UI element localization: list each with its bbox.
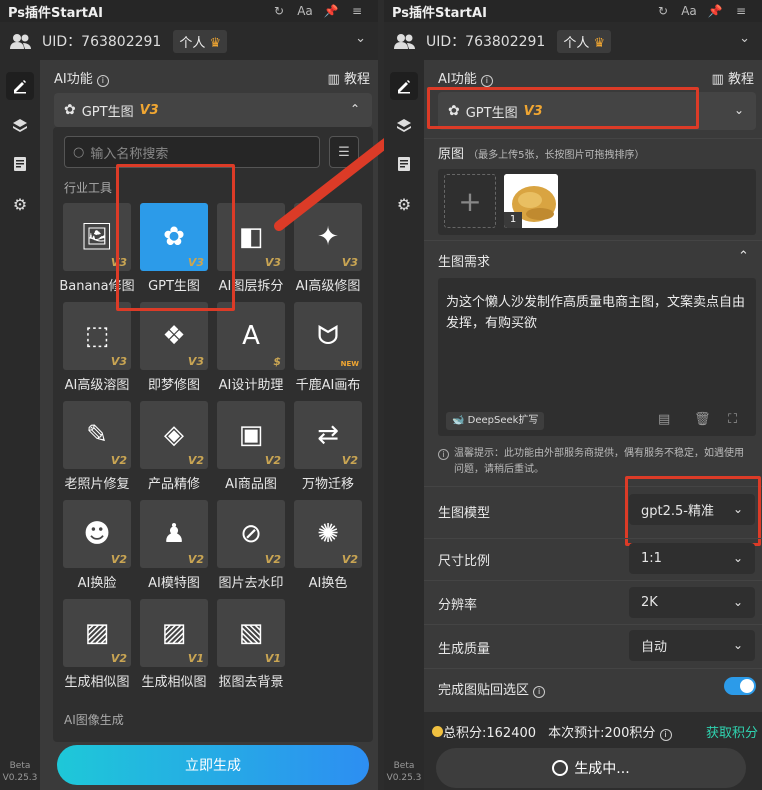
- version-info: Beta V0.25.3: [384, 760, 424, 784]
- user-bar: UID：763802291 个人 ♛ ⌄: [384, 22, 762, 60]
- model-label: 生图模型: [438, 506, 491, 521]
- ratio-value: 1:1: [641, 551, 662, 566]
- divider: [424, 668, 762, 669]
- quality-label: 生成质量: [438, 642, 491, 657]
- users-icon: [394, 34, 415, 49]
- thumbnail-index: 1: [504, 212, 522, 228]
- sidebar-item-edit[interactable]: [390, 72, 418, 100]
- section-title: AI功能: [438, 72, 477, 87]
- book-icon: ▥: [711, 72, 724, 87]
- deepseek-button[interactable]: 🐋 DeepSeek扩写: [446, 412, 545, 430]
- info-icon[interactable]: i: [480, 75, 493, 87]
- sidebar-item-settings[interactable]: ⚙: [390, 190, 418, 218]
- upload-area: + 1: [438, 169, 756, 235]
- paste-back-label: 完成图贴回选区: [438, 683, 530, 698]
- document-icon: [398, 157, 410, 171]
- chevron-down-icon: ⌄: [732, 638, 743, 652]
- account-type-badge[interactable]: 个人 ♛: [557, 29, 612, 53]
- divider: [424, 538, 762, 539]
- original-label: 原图 （最多上传5张，长按图片可拖拽排序）: [438, 143, 645, 162]
- app-title: Ps插件StartAI: [392, 5, 487, 21]
- sidebar: ⚙: [384, 60, 424, 790]
- divider: [424, 580, 762, 581]
- pin-icon[interactable]: 📌: [702, 4, 728, 18]
- layers-icon: [397, 119, 411, 132]
- points-row: 总积分:162400 本次预计:200积分 i: [432, 722, 672, 741]
- crown-icon: ♛: [593, 35, 606, 51]
- sidebar-item-layers[interactable]: [390, 112, 418, 140]
- section-header: AI功能 i: [438, 68, 493, 87]
- image-thumbnail[interactable]: 1: [504, 174, 558, 228]
- template-icon[interactable]: ▤: [658, 412, 670, 427]
- bottom-bar: 总积分:162400 本次预计:200积分 i 获取积分 生成中...: [424, 712, 762, 790]
- generating-button[interactable]: 生成中...: [436, 748, 746, 788]
- generating-label: 生成中...: [574, 761, 630, 777]
- paste-back-toggle[interactable]: [724, 677, 756, 695]
- menu-icon[interactable]: ≡: [728, 4, 754, 18]
- sidebar-item-history[interactable]: [390, 150, 418, 178]
- notice: i 温馨提示：此功能由外部服务商提供，偶有服务不稳定，如遇使用问题，请稍后重试。: [438, 446, 750, 478]
- pen-icon: [398, 80, 410, 94]
- whale-icon: 🐋: [452, 415, 465, 426]
- quality-select[interactable]: 自动 ⌄: [629, 630, 755, 661]
- divider: [424, 138, 762, 139]
- beta-label: Beta: [393, 761, 415, 771]
- notice-text: 温馨提示：此功能由外部服务商提供，偶有服务不稳定，如遇使用问题，请稍后重试。: [454, 448, 744, 475]
- ratio-select[interactable]: 1:1 ⌄: [629, 543, 755, 574]
- get-points-link[interactable]: 获取积分: [706, 722, 758, 741]
- points-total: 总积分:162400: [443, 726, 537, 741]
- right-panel: Ps插件StartAI ↻ Aa 📌 ≡ UID：763802291 个人 ♛ …: [384, 0, 762, 790]
- info-icon[interactable]: i: [533, 686, 546, 698]
- coin-icon: [432, 726, 443, 737]
- toggle-knob: [740, 679, 754, 693]
- chevron-down-icon: ⌄: [732, 595, 743, 609]
- divider: [424, 624, 762, 625]
- prompt-text: 为这个懒人沙发制作高质量电商主图，文案卖点自由发挥，有购买欲: [446, 295, 746, 331]
- refresh-icon[interactable]: ↻: [650, 4, 676, 18]
- resolution-value: 2K: [641, 595, 658, 610]
- resolution-select[interactable]: 2K ⌄: [629, 587, 755, 618]
- chevron-up-icon[interactable]: ⌃: [738, 249, 749, 264]
- resolution-label: 分辨率: [438, 598, 478, 613]
- deepseek-label: DeepSeek扩写: [467, 415, 539, 426]
- info-icon: i: [438, 449, 449, 460]
- spinner-icon: [552, 760, 569, 776]
- tutorial-label: 教程: [727, 72, 754, 87]
- chevron-down-icon: ⌄: [732, 551, 743, 565]
- info-icon[interactable]: i: [659, 729, 672, 741]
- title-bar: Ps插件StartAI ↻ Aa 📌 ≡: [384, 0, 762, 22]
- divider: [424, 240, 762, 241]
- ratio-label: 尺寸比例: [438, 554, 491, 569]
- original-hint: （最多上传5张，长按图片可拖拽排序）: [468, 150, 645, 161]
- chevron-down-icon: ⌄: [733, 103, 744, 117]
- chevron-down-icon[interactable]: ⌄: [739, 31, 750, 46]
- tutorial-link[interactable]: ▥ 教程: [712, 68, 754, 87]
- highlight-box-selector: [427, 87, 699, 129]
- quality-value: 自动: [641, 640, 668, 655]
- points-estimate: 本次预计:200积分: [548, 726, 656, 741]
- gear-icon: ⚙: [396, 194, 412, 214]
- add-image-button[interactable]: +: [444, 174, 496, 228]
- version-label: V0.25.3: [386, 773, 422, 783]
- trash-icon[interactable]: 🗑: [694, 412, 711, 427]
- font-size-icon[interactable]: Aa: [676, 4, 702, 18]
- paste-back-row: 完成图贴回选区 i: [438, 679, 546, 698]
- original-title: 原图: [438, 147, 465, 162]
- account-type-label: 个人: [563, 35, 590, 51]
- highlight-box-model: [625, 476, 761, 546]
- prompt-textarea[interactable]: 为这个懒人沙发制作高质量电商主图，文案卖点自由发挥，有购买欲 🐋 DeepSee…: [438, 278, 756, 436]
- prompt-section-title: 生图需求: [438, 255, 491, 270]
- expand-icon[interactable]: ⛶: [728, 412, 737, 427]
- uid-text: UID：763802291: [426, 34, 546, 50]
